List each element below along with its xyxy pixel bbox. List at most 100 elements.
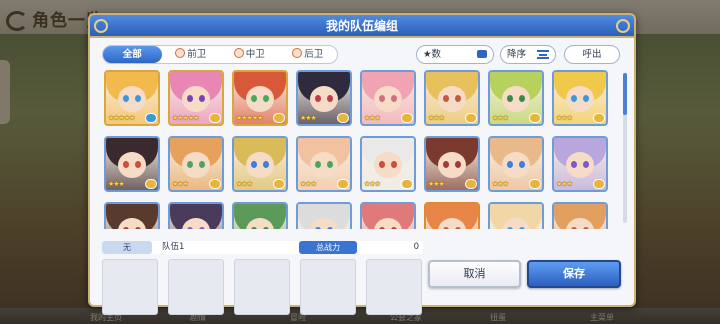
portrait-eye: [187, 161, 193, 168]
call-out-button[interactable]: 呼出: [564, 45, 620, 64]
portrait-eye: [123, 227, 129, 229]
ornament-icon: [94, 19, 108, 33]
star-rating: ★★★: [236, 180, 253, 188]
roster-scrollbar[interactable]: [623, 73, 627, 223]
portrait-face: [566, 152, 594, 178]
character-card[interactable]: ★★★: [424, 136, 480, 192]
character-card[interactable]: ★★★★★: [232, 70, 288, 126]
portrait-eye: [263, 95, 269, 102]
scrollbar-thumb[interactable]: [623, 73, 627, 115]
portrait-eye: [263, 161, 269, 168]
portrait-eye: [455, 227, 461, 229]
character-card[interactable]: [296, 202, 352, 229]
portrait-face: [438, 86, 466, 112]
character-card[interactable]: [552, 202, 608, 229]
portrait-eye: [507, 227, 513, 229]
star-rating: ★★★: [172, 180, 189, 188]
save-button[interactable]: 保存: [527, 260, 621, 288]
character-card[interactable]: ★★★: [296, 136, 352, 192]
portrait-face: [118, 86, 146, 112]
party-slot[interactable]: [168, 259, 224, 315]
portrait-eye: [327, 95, 333, 102]
character-card[interactable]: [360, 202, 416, 229]
portrait-eye: [135, 227, 141, 229]
portrait-face: [438, 152, 466, 178]
cancel-button[interactable]: 取消: [428, 260, 521, 288]
dialog-title: 我的队伍编组: [325, 19, 398, 33]
character-card[interactable]: [104, 202, 160, 229]
team-edit-dialog: 我的队伍编组 全部 前卫 中卫 后卫 ★数 降序 呼出 ★★★★★ ★★★★★ ★★★★★…: [88, 13, 636, 315]
portrait-eye: [443, 227, 449, 229]
character-card[interactable]: ★★★: [296, 70, 352, 126]
back-position-icon: [292, 48, 303, 58]
sort-order-button[interactable]: 降序: [500, 45, 556, 64]
character-roster[interactable]: ★★★★★ ★★★★★ ★★★★★ ★★★ ★★★ ★★★ ★★★ ★★★ ★★★ ★★★ ★★★ ★…: [100, 70, 624, 229]
portrait-eye: [187, 95, 193, 102]
character-card[interactable]: [232, 202, 288, 229]
character-card[interactable]: ★★★★★: [104, 70, 160, 126]
portrait-eye: [251, 95, 257, 102]
character-card[interactable]: ★★★: [424, 70, 480, 126]
portrait-eye: [315, 161, 321, 168]
portrait-eye: [199, 161, 205, 168]
character-card[interactable]: [168, 202, 224, 229]
filter-tab-label: 后卫: [304, 49, 324, 60]
star-rating: ★★★: [364, 180, 381, 188]
star-rating: ★★★: [556, 114, 573, 122]
character-portrait: [106, 204, 158, 229]
portrait-face: [374, 86, 402, 112]
character-card[interactable]: ★★★: [488, 136, 544, 192]
character-card[interactable]: [424, 202, 480, 229]
star-rating: ★★★: [108, 180, 125, 188]
party-slot[interactable]: [234, 259, 290, 315]
character-card[interactable]: ★★★: [104, 136, 160, 192]
star-rating: ★★★: [300, 180, 317, 188]
character-card[interactable]: ★★★: [360, 136, 416, 192]
portrait-face: [502, 152, 530, 178]
rank-icon: [273, 179, 285, 189]
portrait-eye: [443, 161, 449, 168]
star-rating: ★★★★★: [172, 114, 199, 122]
portrait-eye: [379, 227, 385, 229]
rank-icon: [465, 179, 477, 189]
party-name: 队伍1: [162, 242, 185, 252]
total-power-value: 0: [413, 242, 419, 252]
character-card[interactable]: ★★★: [232, 136, 288, 192]
portrait-face: [118, 152, 146, 178]
character-card[interactable]: ★★★: [488, 70, 544, 126]
filter-tab[interactable]: 全部: [103, 46, 162, 63]
character-portrait: [170, 204, 222, 229]
character-card[interactable]: ★★★: [168, 136, 224, 192]
portrait-face: [374, 152, 402, 178]
party-slot[interactable]: [300, 259, 356, 315]
portrait-face: [182, 86, 210, 112]
rank-icon: [529, 179, 541, 189]
character-card[interactable]: ★★★★★: [168, 70, 224, 126]
portrait-face: [182, 152, 210, 178]
character-card[interactable]: [488, 202, 544, 229]
party-slot[interactable]: [102, 259, 158, 315]
star-rating: ★★★★★: [236, 114, 263, 122]
character-card[interactable]: ★★★: [552, 70, 608, 126]
portrait-eye: [187, 227, 193, 229]
rank-icon: [209, 179, 221, 189]
star-rating: ★★★: [428, 180, 445, 188]
party-slot[interactable]: [366, 259, 422, 315]
portrait-eye: [443, 95, 449, 102]
filter-tab-label: 中卫: [245, 49, 265, 60]
rank-icon: [593, 179, 605, 189]
portrait-eye: [571, 161, 577, 168]
filter-tab[interactable]: 中卫: [220, 46, 279, 63]
star-rating: ★★★: [364, 114, 381, 122]
character-card[interactable]: ★★★: [552, 136, 608, 192]
character-card[interactable]: ★★★: [360, 70, 416, 126]
portrait-eye: [391, 161, 397, 168]
sort-key-button[interactable]: ★数: [416, 45, 494, 64]
star-rating: ★★★: [492, 180, 509, 188]
portrait-face: [566, 86, 594, 112]
portrait-eye: [507, 95, 513, 102]
portrait-eye: [123, 161, 129, 168]
filter-tab[interactable]: 后卫: [279, 46, 338, 63]
character-portrait: [490, 204, 542, 229]
filter-tab[interactable]: 前卫: [162, 46, 221, 63]
